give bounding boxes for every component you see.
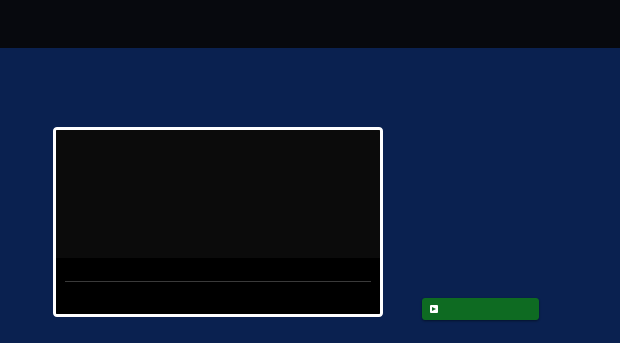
- top-bar: [0, 0, 620, 48]
- video-screen[interactable]: [56, 130, 380, 258]
- action-button[interactable]: [422, 298, 539, 320]
- video-player[interactable]: [53, 127, 383, 317]
- enter-icon: [430, 305, 438, 313]
- page: [0, 0, 620, 343]
- progress-bar[interactable]: [65, 281, 371, 282]
- player-controls: [56, 258, 380, 314]
